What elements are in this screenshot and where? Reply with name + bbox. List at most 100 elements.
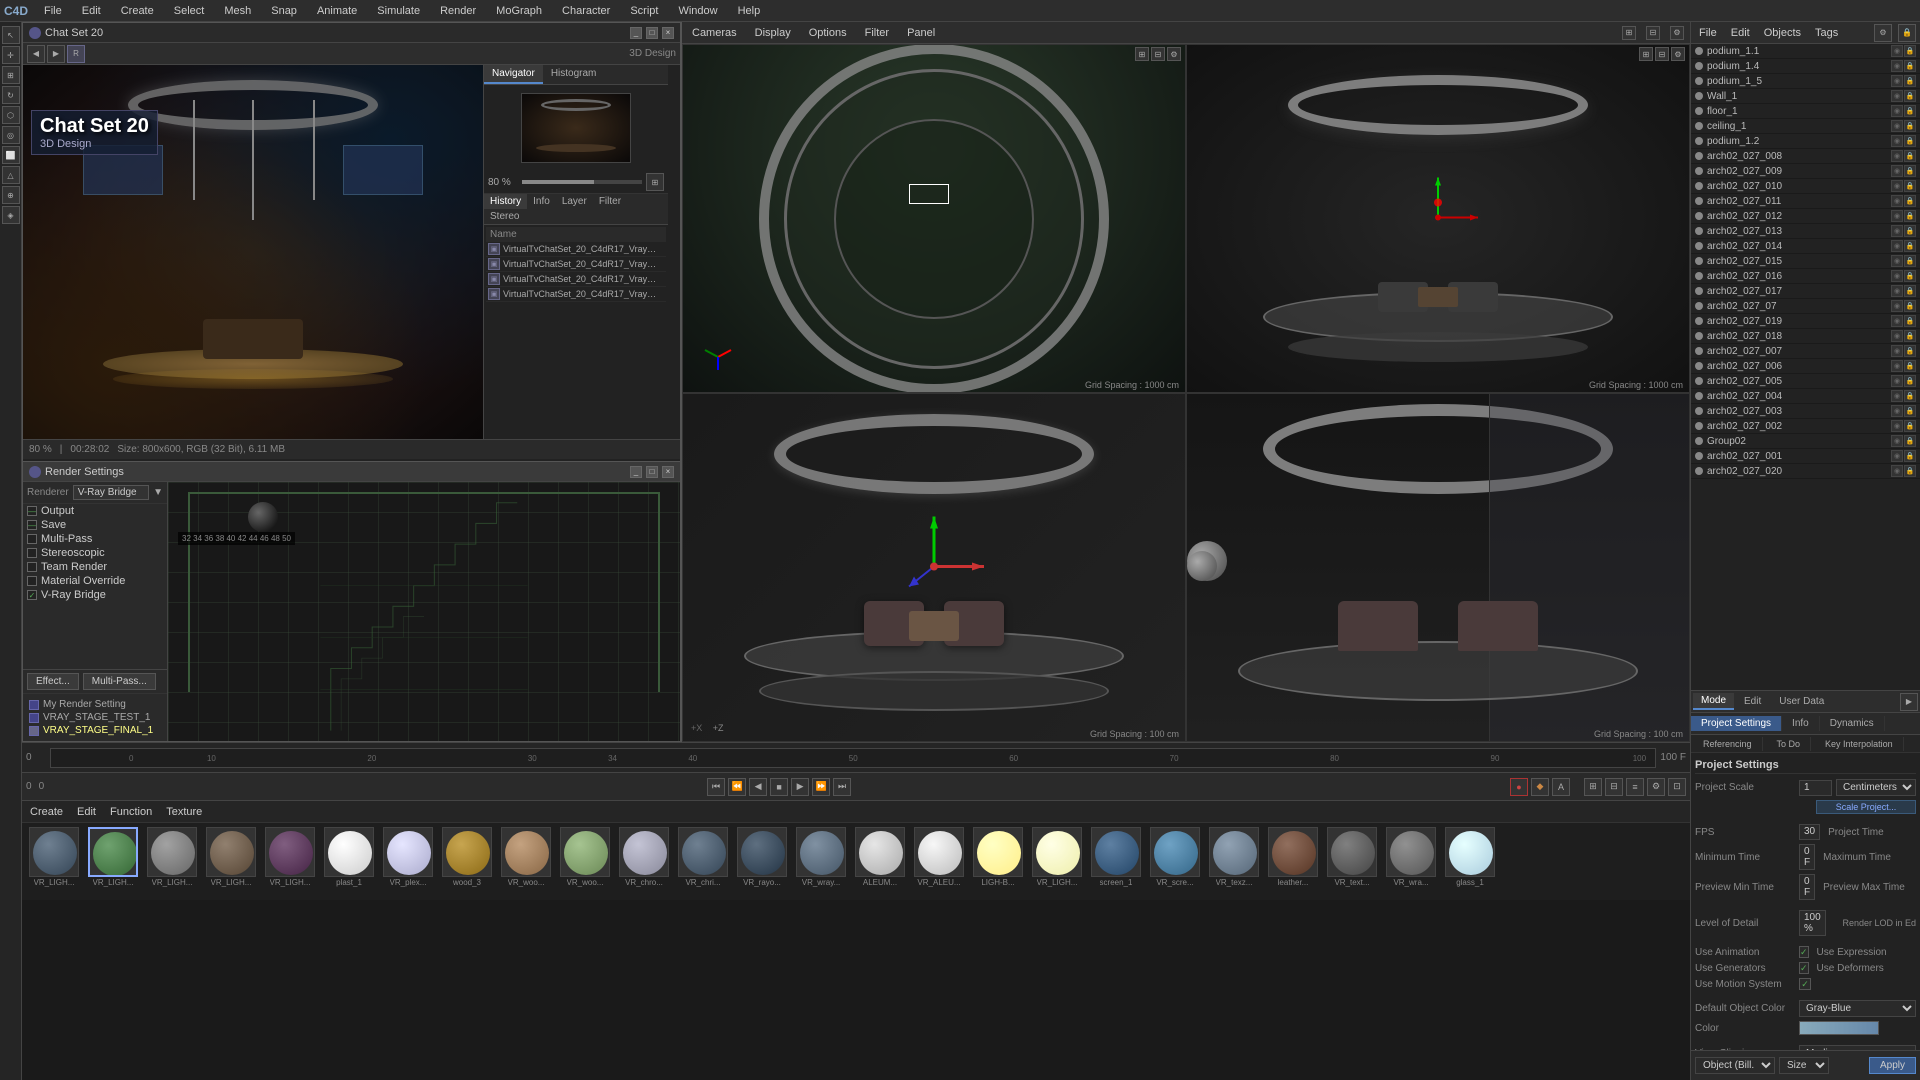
tree-vis-12[interactable]: ◉ [1891,225,1903,237]
vp-top-btn3[interactable]: ⚙ [1167,47,1181,61]
timeline-btn3[interactable]: ≡ [1626,778,1644,796]
render-maximize[interactable]: □ [646,466,658,478]
tree-vis-4[interactable]: ◉ [1891,105,1903,117]
vt-render[interactable]: R [67,45,85,63]
size-dropdown[interactable]: Size [1779,1057,1829,1074]
tree-vis-27[interactable]: ◉ [1891,450,1903,462]
menu-render[interactable]: Render [436,3,480,19]
preset-item-1[interactable]: My Render Setting [27,698,163,711]
vp-top-btn1[interactable]: ⊞ [1135,47,1149,61]
render-opt-matoverride[interactable]: Material Override [23,574,167,588]
viewer-close[interactable]: × [662,27,674,39]
tree-item-15[interactable]: arch02_027_016 ◉ 🔒 [1691,269,1920,284]
obj-type-dropdown[interactable]: Object (Bill... [1695,1057,1775,1074]
history-tab-history[interactable]: History [484,194,527,209]
tree-lock-13[interactable]: 🔒 [1904,240,1916,252]
use-generators-check[interactable]: ✓ [1799,962,1809,974]
material-item-6[interactable]: VR_plex... [380,827,436,896]
viewport-bottom-right[interactable]: Grid Spacing : 100 cm [1186,393,1690,742]
material-item-2[interactable]: VR_LIGH... [144,827,200,896]
history-item[interactable]: ▣ VirtualTvChatSet_20_C4dR17_Vray3_4_Mai… [486,242,666,257]
tree-item-3[interactable]: Wall_1 ◉ 🔒 [1691,89,1920,104]
tree-vis-15[interactable]: ◉ [1891,270,1903,282]
vp-tr-btn1[interactable]: ⊞ [1639,47,1653,61]
right-menu-tags[interactable]: Tags [1811,25,1842,41]
tree-item-21[interactable]: arch02_027_006 ◉ 🔒 [1691,359,1920,374]
preview-min-value[interactable]: 0 F [1799,874,1815,900]
menu-create[interactable]: Create [117,3,158,19]
tree-item-5[interactable]: ceiling_1 ◉ 🔒 [1691,119,1920,134]
tree-lock-6[interactable]: 🔒 [1904,135,1916,147]
tree-lock-22[interactable]: 🔒 [1904,375,1916,387]
keyframe-btn[interactable]: ◆ [1531,778,1549,796]
tree-vis-24[interactable]: ◉ [1891,405,1903,417]
vp-menu-panel[interactable]: Panel [903,25,939,41]
tree-vis-21[interactable]: ◉ [1891,360,1903,372]
lod-value[interactable]: 100 % [1799,910,1826,936]
tree-lock-4[interactable]: 🔒 [1904,105,1916,117]
tree-vis-0[interactable]: ◉ [1891,45,1903,57]
vp-tr-btn2[interactable]: ⊟ [1655,47,1669,61]
vt-btn2[interactable]: ▶ [47,45,65,63]
tree-lock-21[interactable]: 🔒 [1904,360,1916,372]
vp-menu-filter[interactable]: Filter [861,25,893,41]
material-item-12[interactable]: VR_rayo... [734,827,790,896]
vp-top-btn2[interactable]: ⊟ [1151,47,1165,61]
material-item-8[interactable]: VR_woo... [498,827,554,896]
tree-item-4[interactable]: floor_1 ◉ 🔒 [1691,104,1920,119]
tree-vis-25[interactable]: ◉ [1891,420,1903,432]
tree-vis-19[interactable]: ◉ [1891,330,1903,342]
tree-item-20[interactable]: arch02_027_007 ◉ 🔒 [1691,344,1920,359]
play-back-btn[interactable]: ◀ [749,778,767,796]
material-item-14[interactable]: ALEUM... [852,827,908,896]
tree-vis-20[interactable]: ◉ [1891,345,1903,357]
material-item-11[interactable]: VR_chri... [675,827,731,896]
material-item-20[interactable]: VR_texz... [1206,827,1262,896]
tree-item-24[interactable]: arch02_027_003 ◉ 🔒 [1691,404,1920,419]
render-minimize[interactable]: _ [630,466,642,478]
tree-vis-13[interactable]: ◉ [1891,240,1903,252]
tree-lock-16[interactable]: 🔒 [1904,285,1916,297]
tree-lock-0[interactable]: 🔒 [1904,45,1916,57]
preset-item-3[interactable]: VRAY_STAGE_FINAL_1 [27,724,163,737]
zoom-expand[interactable]: ⊞ [646,173,664,191]
tree-lock-14[interactable]: 🔒 [1904,255,1916,267]
timeline-btn1[interactable]: ⊞ [1584,778,1602,796]
menu-snap[interactable]: Snap [267,3,301,19]
tree-lock-26[interactable]: 🔒 [1904,435,1916,447]
tree-lock-5[interactable]: 🔒 [1904,120,1916,132]
mode-tab-edit[interactable]: Edit [1736,694,1769,709]
mat-menu-texture[interactable]: Texture [162,804,206,820]
tree-lock-1[interactable]: 🔒 [1904,60,1916,72]
prop-tab-keyinterp[interactable]: Key Interpolation [1815,737,1904,751]
tree-vis-9[interactable]: ◉ [1891,180,1903,192]
tree-item-23[interactable]: arch02_027_004 ◉ 🔒 [1691,389,1920,404]
menu-file[interactable]: File [40,3,66,19]
min-time-value[interactable]: 0 F [1799,844,1815,870]
tree-vis-22[interactable]: ◉ [1891,375,1903,387]
render-opt-vray[interactable]: ✓ V-Ray Bridge [23,588,167,602]
tree-vis-17[interactable]: ◉ [1891,300,1903,312]
material-item-0[interactable]: VR_LIGH... [26,827,82,896]
matoverride-check[interactable] [27,576,37,586]
tree-lock-20[interactable]: 🔒 [1904,345,1916,357]
right-lock[interactable]: 🔒 [1898,24,1916,42]
tree-lock-8[interactable]: 🔒 [1904,165,1916,177]
history-item[interactable]: ▣ VirtualTvChatSet_20_C4dR17_Vray3_4_Mai… [486,257,666,272]
tree-vis-18[interactable]: ◉ [1891,315,1903,327]
material-item-3[interactable]: VR_LIGH... [203,827,259,896]
vt-btn1[interactable]: ◀ [27,45,45,63]
tree-lock-23[interactable]: 🔒 [1904,390,1916,402]
tree-item-12[interactable]: arch02_027_013 ◉ 🔒 [1691,224,1920,239]
vp-menu-cameras[interactable]: Cameras [688,25,741,41]
goto-end-btn[interactable]: ⏭ [833,778,851,796]
toolbar-select[interactable]: ↖ [2,26,20,44]
tree-lock-17[interactable]: 🔒 [1904,300,1916,312]
toolbar-tool3[interactable]: ⬜ [2,146,20,164]
tree-vis-28[interactable]: ◉ [1891,465,1903,477]
tree-lock-9[interactable]: 🔒 [1904,180,1916,192]
mat-menu-function[interactable]: Function [106,804,156,820]
multi-pass-btn[interactable]: Multi-Pass... [83,673,156,690]
tree-vis-11[interactable]: ◉ [1891,210,1903,222]
use-motion-check[interactable]: ✓ [1799,978,1811,990]
